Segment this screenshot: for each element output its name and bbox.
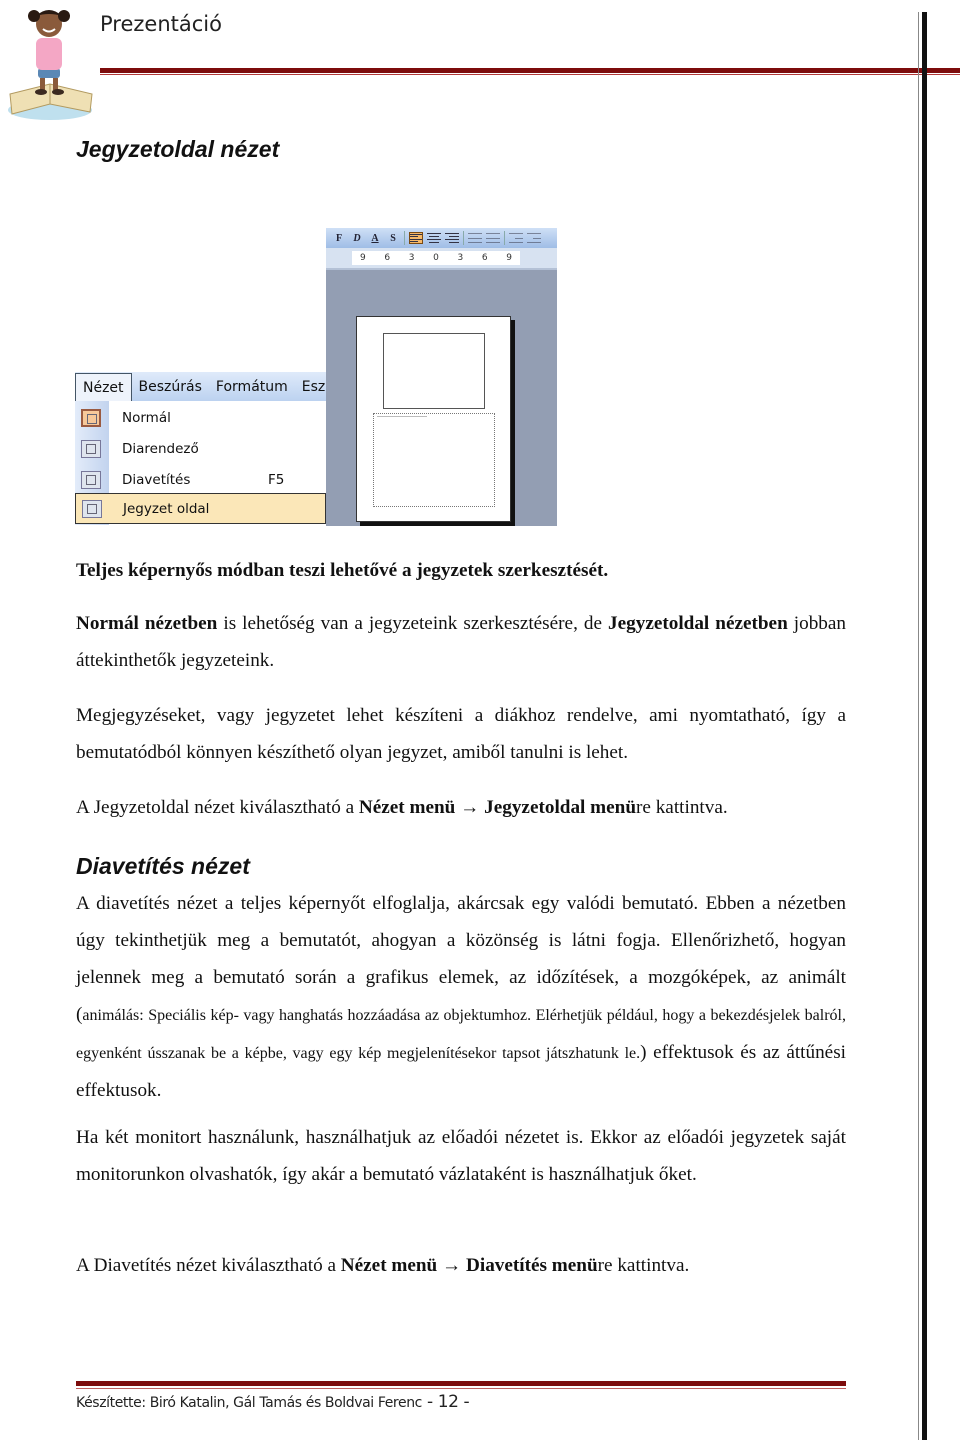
formatting-toolbar: F D A S [326,228,557,248]
document-header-title: Prezentáció [100,12,222,36]
menubar: Nézet Beszúrás Formátum Esz [75,372,326,401]
slide-thumbnail [383,333,485,409]
page-border-thick [922,12,927,1440]
align-right-icon[interactable] [445,232,459,244]
menu-item-notes-page[interactable]: Jegyzet oldal [75,493,326,524]
align-left-icon[interactable] [409,232,423,244]
menu-view[interactable]: Nézet [75,372,132,401]
notes-placeholder [373,413,495,507]
bold-text: Jegyzetoldal nézetben [608,613,788,634]
menu-item-label: Diavetítés [122,471,191,488]
ruler-tick: 9 [360,253,366,263]
header-rule [100,68,960,73]
cartoon-girl-logo [4,2,96,122]
increase-indent-icon[interactable] [527,232,541,244]
bullet-list-icon[interactable] [486,232,500,244]
view-menu-screenshot: Nézet Beszúrás Formátum Esz Normál Diare… [75,372,326,525]
paragraph-slideshow-selection: A Diavetítés nézet kiválasztható a Nézet… [76,1247,846,1284]
slide-sorter-icon [81,439,101,458]
paragraph-slideshow-description: A diavetítés nézet a teljes képernyőt el… [76,885,846,1109]
toolbar-separator [463,231,464,245]
footer: Készítette: Biró Katalin, Gál Tamás és B… [76,1392,470,1412]
ruler-tick: 9 [506,253,512,263]
paragraph-presenter-view: Ha két monitort használunk, használhatju… [76,1127,846,1185]
menu-item-normal[interactable]: Normál [75,402,326,433]
toolbar-separator [504,231,505,245]
bold-text: Nézet menü [340,1255,438,1276]
text: A diavetítés nézet a teljes képernyőt el… [76,893,846,1025]
decrease-indent-icon[interactable] [509,232,523,244]
paragraph-notes-purpose: Megjegyzéseket, vagy jegyzetet lehet kés… [76,705,846,763]
page-number: - 12 - [421,1392,470,1412]
italic-button[interactable]: D [350,233,364,244]
notes-page-icon [82,499,102,518]
section-title-notes-page: Jegyzetoldal nézet [76,136,280,162]
bold-button[interactable]: F [332,233,346,244]
footer-rule [76,1381,846,1386]
toolbar-separator [404,231,405,245]
ruler-tick: 6 [384,253,391,263]
bold-text: Nézet menü [358,797,456,818]
ruler-tick: 0 [433,253,439,263]
menu-item-label: Diarendező [122,440,199,457]
menu-item-shortcut: F5 [268,471,285,488]
text: re kattintva. [636,797,728,818]
menu-format[interactable]: Formátum [209,379,295,395]
numbered-list-icon[interactable] [468,232,482,244]
paragraph-normal-view: Normál nézetben is lehetőség van a jegyz… [76,605,846,679]
menu-item-label: Jegyzet oldal [123,500,210,517]
normal-view-icon [81,408,101,427]
bold-text: Diavetítés menü [466,1255,598,1276]
menu-insert[interactable]: Beszúrás [132,379,209,395]
arrow: → [437,1255,467,1276]
ruler-tick: 3 [408,253,415,263]
arrow: → [455,797,485,818]
text: A Diavetítés nézet kiválasztható a [76,1255,341,1276]
header-rule-thin [100,74,960,75]
align-center-icon[interactable] [427,232,441,244]
ruler-tick: 6 [481,253,488,263]
bold-text: Teljes képernyős módban teszi lehetővé a… [76,560,609,581]
notes-page-screenshot: F D A S 9 6 3 0 3 6 9 [326,228,557,526]
footer-rule-thin [76,1388,846,1389]
menu-tools[interactable]: Esz [295,379,326,395]
text: is lehetőség van a jegyzeteink szerkeszt… [217,613,609,634]
slideshow-icon [81,470,101,489]
footer-authors: Készítette: Biró Katalin, Gál Tamás és B… [76,1395,422,1411]
section-title-slideshow: Diavetítés nézet [76,853,250,879]
notes-page-preview [356,316,511,522]
ruler: 9 6 3 0 3 6 9 [326,248,557,270]
menu-item-label: Normál [122,409,171,426]
menu-item-slideshow[interactable]: Diavetítés F5 [75,464,326,495]
text: re kattintva. [597,1255,690,1276]
paragraph-notes-fullscreen: Teljes képernyős módban teszi lehetővé a… [76,552,846,589]
bold-text: Jegyzetoldal menü [484,797,637,818]
shadow-button[interactable]: S [386,233,400,244]
underline-button[interactable]: A [368,233,382,244]
paragraph-notes-selection: A Jegyzetoldal nézet kiválasztható a Néz… [76,789,846,826]
ruler-tick: 3 [457,253,464,263]
page-border-thin [918,12,919,1440]
menu-item-slide-sorter[interactable]: Diarendező [75,433,326,464]
bold-text: Normál nézetben [76,613,218,634]
text: A Jegyzetoldal nézet kiválasztható a [76,797,359,818]
